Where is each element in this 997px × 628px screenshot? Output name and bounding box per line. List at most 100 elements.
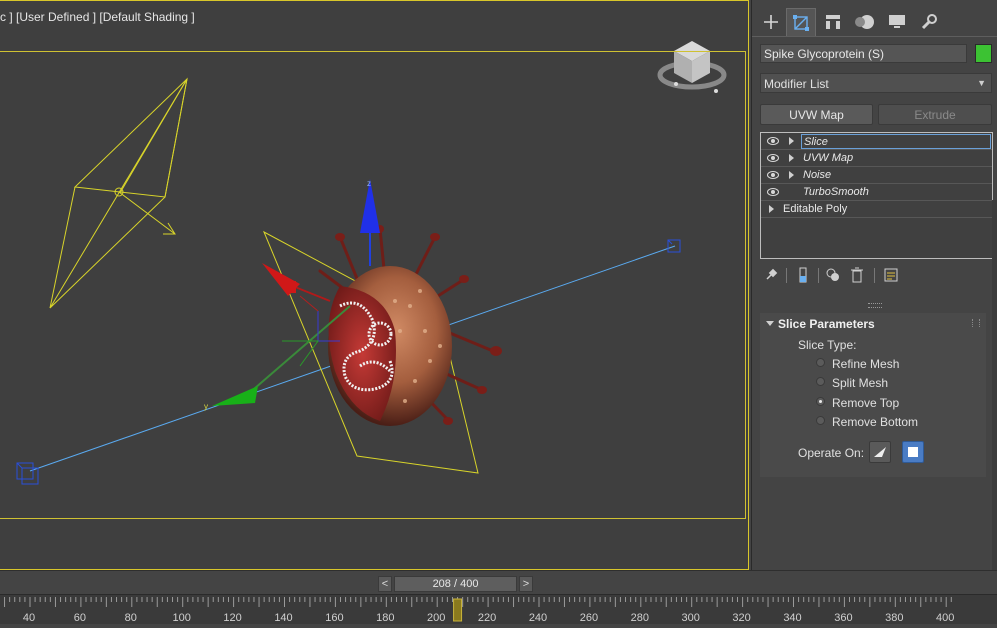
expand-icon[interactable] bbox=[789, 154, 794, 162]
remove-top-label[interactable]: Remove Top bbox=[832, 396, 899, 410]
eye-icon[interactable] bbox=[767, 187, 779, 200]
current-frame-marker bbox=[453, 598, 463, 622]
refine-mesh-radio[interactable] bbox=[816, 358, 825, 367]
slice-type-label: Slice Type: bbox=[798, 338, 857, 352]
toolbar-separator bbox=[786, 268, 787, 283]
stack-item-label: Noise bbox=[803, 169, 832, 181]
ruler-label: 140 bbox=[274, 612, 292, 624]
track-bar[interactable]: 40 60 80 100 120 140 160 180 200 220 240 260 280 300 3… bbox=[0, 594, 997, 624]
time-slider-bar: < 208 / 400 > bbox=[0, 570, 997, 594]
remove-bottom-label[interactable]: Remove Bottom bbox=[832, 415, 918, 429]
operate-on-poly-button[interactable] bbox=[902, 441, 924, 463]
modifier-stack[interactable]: Slice UVW Map Noise TurboSmooth Editable… bbox=[760, 132, 993, 259]
display-icon bbox=[889, 15, 905, 28]
chevron-down-icon: ▼ bbox=[977, 78, 986, 88]
object-color-swatch[interactable] bbox=[975, 44, 992, 63]
ruler-label: 360 bbox=[834, 612, 852, 624]
stack-item-label: UVW Map bbox=[803, 152, 854, 164]
rollout-title[interactable]: Slice Parameters bbox=[778, 317, 875, 331]
toolbar-separator bbox=[818, 268, 819, 283]
split-mesh-label[interactable]: Split Mesh bbox=[832, 376, 888, 390]
stack-toolbar bbox=[760, 266, 992, 286]
extrude-button[interactable]: Extrude bbox=[878, 104, 992, 125]
stack-item-turbosmooth[interactable]: TurboSmooth bbox=[761, 184, 992, 201]
stack-item-uvw-map[interactable]: UVW Map bbox=[761, 150, 992, 167]
ruler-label: 160 bbox=[325, 612, 343, 624]
ruler-label: 40 bbox=[23, 612, 35, 624]
eye-icon[interactable] bbox=[767, 170, 779, 183]
show-end-result-icon bbox=[799, 267, 807, 283]
ruler-label: 100 bbox=[173, 612, 191, 624]
ruler-label: 280 bbox=[631, 612, 649, 624]
slice-parameters-rollout: Slice Parameters Slice Type: Refine Mesh… bbox=[760, 313, 986, 477]
tab-divider bbox=[752, 36, 997, 37]
hierarchy-icon bbox=[826, 15, 840, 29]
ruler-label: 120 bbox=[223, 612, 241, 624]
ruler-label: 340 bbox=[783, 612, 801, 624]
eye-icon[interactable] bbox=[767, 153, 779, 166]
configure-icon bbox=[884, 268, 898, 282]
ruler-label: 260 bbox=[580, 612, 598, 624]
motion-icon bbox=[855, 15, 874, 29]
tab-utilities[interactable] bbox=[914, 8, 944, 36]
stack-item-slice[interactable]: Slice bbox=[761, 133, 992, 150]
object-name-field[interactable]: Spike Glycoprotein (S) bbox=[760, 44, 967, 63]
expand-icon[interactable] bbox=[789, 137, 794, 145]
rollout-grip-icon[interactable] bbox=[972, 319, 980, 327]
stack-item-editable-poly[interactable]: Editable Poly bbox=[761, 201, 992, 218]
time-slider-thumb[interactable]: 208 / 400 bbox=[394, 576, 517, 592]
show-end-result-button[interactable] bbox=[794, 266, 812, 284]
triangle-face-icon bbox=[874, 447, 886, 457]
remove-modifier-button[interactable] bbox=[848, 266, 866, 284]
prev-frame-button[interactable]: < bbox=[378, 576, 392, 592]
refine-mesh-label[interactable]: Refine Mesh bbox=[832, 357, 899, 371]
wrench-icon bbox=[921, 14, 937, 30]
remove-top-radio[interactable] bbox=[816, 397, 825, 406]
ruler-label: 300 bbox=[682, 612, 700, 624]
toolbar-separator bbox=[874, 268, 875, 283]
modifier-list-label: Modifier List bbox=[764, 77, 829, 91]
ruler-label: 240 bbox=[529, 612, 547, 624]
tab-create[interactable] bbox=[756, 8, 786, 36]
make-unique-button[interactable] bbox=[824, 266, 842, 284]
ruler-label: 180 bbox=[376, 612, 394, 624]
panel-tabs bbox=[752, 8, 997, 36]
eye-icon[interactable] bbox=[767, 136, 779, 149]
configure-modifier-sets-button[interactable] bbox=[882, 266, 900, 284]
ruler-label: 220 bbox=[478, 612, 496, 624]
pin-stack-button[interactable] bbox=[762, 266, 780, 284]
pin-icon bbox=[766, 268, 778, 280]
tab-hierarchy[interactable] bbox=[818, 8, 848, 36]
modifier-list-dropdown[interactable]: Modifier List ▼ bbox=[760, 73, 992, 93]
modify-icon bbox=[793, 14, 809, 31]
ruler-label: 400 bbox=[936, 612, 954, 624]
tab-display[interactable] bbox=[882, 8, 912, 36]
stack-item-label: Slice bbox=[801, 134, 991, 149]
ruler-label: 380 bbox=[885, 612, 903, 624]
trash-icon bbox=[851, 267, 863, 283]
split-mesh-radio[interactable] bbox=[816, 377, 825, 386]
stack-item-noise[interactable]: Noise bbox=[761, 167, 992, 184]
tab-modify[interactable] bbox=[786, 8, 816, 36]
viewport-label[interactable]: c ] [User Defined ] [Default Shading ] bbox=[0, 10, 195, 24]
panel-scrollbar[interactable] bbox=[992, 200, 997, 570]
make-unique-icon bbox=[826, 268, 839, 281]
stack-item-label: TurboSmooth bbox=[803, 186, 869, 198]
command-panel: Spike Glycoprotein (S) Modifier List ▼ U… bbox=[751, 0, 997, 570]
operate-on-face-button[interactable] bbox=[869, 441, 891, 463]
collapse-icon[interactable] bbox=[766, 321, 774, 326]
remove-bottom-radio[interactable] bbox=[816, 416, 825, 425]
perspective-viewport[interactable]: z y c ] [User Defined] [Default Shading… bbox=[0, 0, 749, 570]
ruler-label: 200 bbox=[427, 612, 445, 624]
safe-frame bbox=[0, 51, 746, 519]
track-ruler[interactable]: 40 60 80 100 120 140 160 180 200 220 240 260 280 300 3… bbox=[0, 595, 997, 625]
panel-grip[interactable] bbox=[868, 303, 882, 308]
stack-item-label: Editable Poly bbox=[783, 203, 848, 215]
ruler-label: 60 bbox=[74, 612, 86, 624]
poly-face-icon bbox=[908, 447, 918, 457]
next-frame-button[interactable]: > bbox=[519, 576, 533, 592]
expand-icon[interactable] bbox=[789, 171, 794, 179]
tab-motion[interactable] bbox=[850, 8, 880, 36]
uvw-map-button[interactable]: UVW Map bbox=[760, 104, 873, 125]
expand-icon[interactable] bbox=[769, 205, 774, 213]
